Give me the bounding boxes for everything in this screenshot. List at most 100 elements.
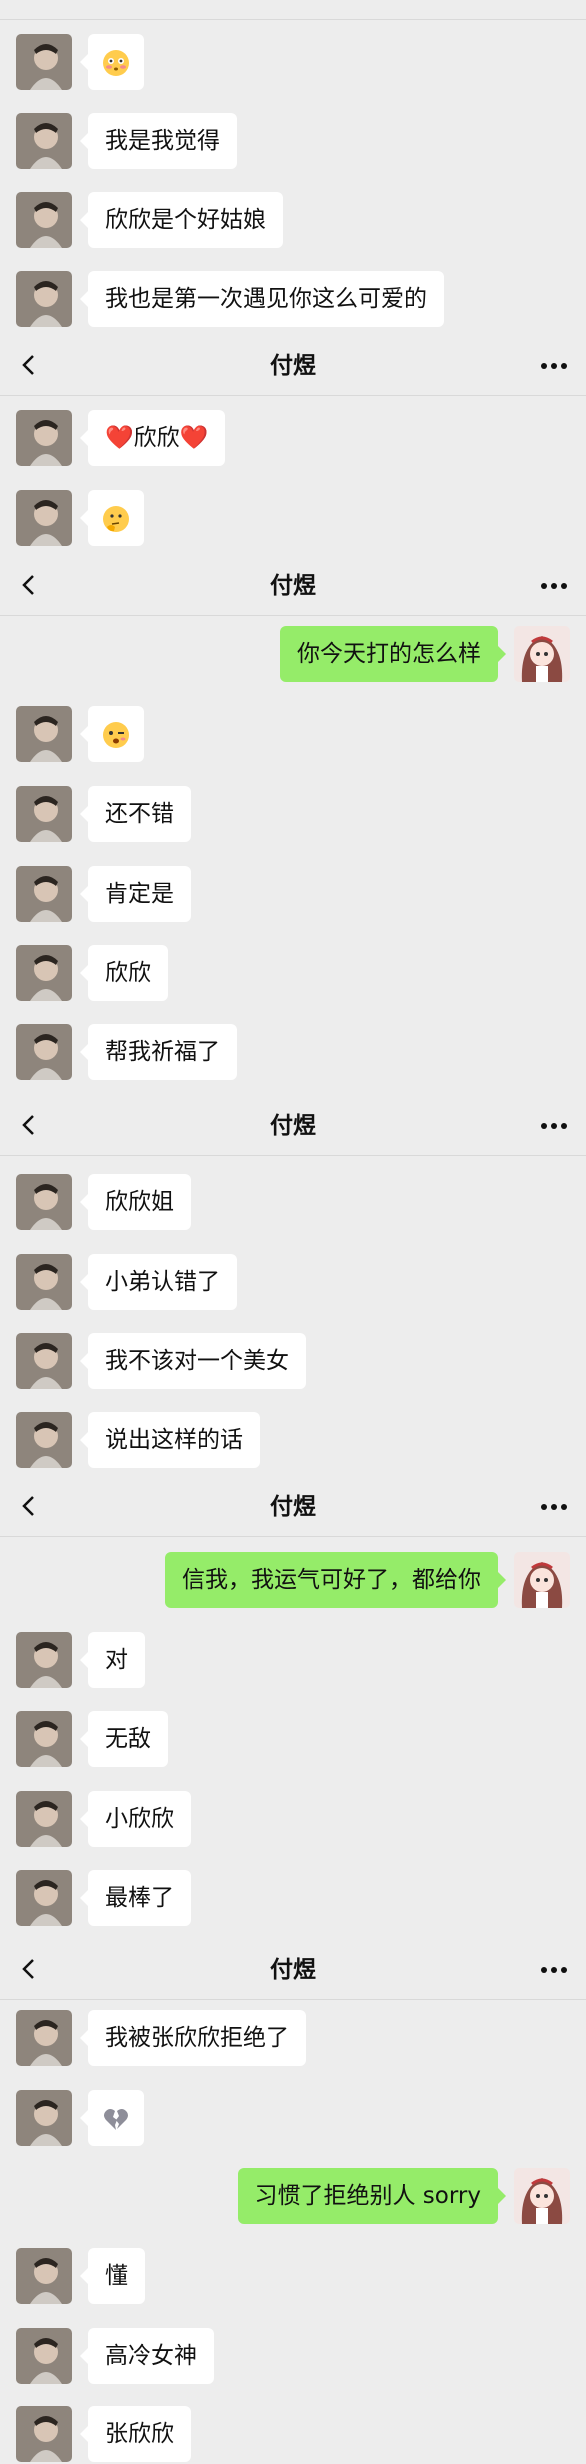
avatar[interactable]	[16, 945, 72, 1001]
winking-face-icon	[103, 721, 129, 748]
avatar[interactable]	[16, 1254, 72, 1310]
thinking-face-icon	[103, 505, 129, 532]
avatar[interactable]	[16, 1870, 72, 1926]
message-bubble[interactable]	[80, 706, 144, 762]
avatar[interactable]	[514, 1552, 570, 1608]
message-row	[0, 2088, 586, 2148]
message-row: 我不该对一个美女	[0, 1331, 586, 1391]
chat-header: 付煜	[0, 1940, 586, 2000]
message-bubble[interactable]: 最棒了	[80, 1870, 191, 1926]
message-row: 小弟认错了	[0, 1252, 586, 1312]
message-bubble[interactable]: 对	[80, 1632, 145, 1688]
avatar[interactable]	[16, 1791, 72, 1847]
message-row: 信我，我运气可好了，都给你	[0, 1550, 586, 1610]
message-bubble[interactable]	[80, 34, 144, 90]
message-bubble[interactable]: 无敌	[80, 1711, 168, 1767]
message-row: 说出这样的话	[0, 1410, 586, 1470]
avatar[interactable]	[16, 113, 72, 169]
chat-title: 付煜	[270, 573, 316, 599]
more-dots-icon[interactable]	[540, 1966, 568, 1974]
avatar[interactable]	[16, 1632, 72, 1688]
message-row: 懂	[0, 2246, 586, 2306]
message-row: 你今天打的怎么样	[0, 624, 586, 684]
message-bubble[interactable]: 我被张欣欣拒绝了	[80, 2010, 306, 2066]
avatar[interactable]	[16, 706, 72, 762]
message-row: 欣欣姐	[0, 1172, 586, 1232]
chat-title: 付煜	[270, 353, 316, 379]
chat-title: 付煜	[270, 1113, 316, 1139]
message-bubble[interactable]: 小弟认错了	[80, 1254, 237, 1310]
avatar[interactable]	[16, 1174, 72, 1230]
avatar[interactable]	[16, 1711, 72, 1767]
message-row	[0, 32, 586, 92]
message-row: 帮我祈福了	[0, 1022, 586, 1082]
message-bubble[interactable]: 张欣欣	[80, 2406, 191, 2462]
avatar[interactable]	[16, 1412, 72, 1468]
message-row: 小欣欣	[0, 1789, 586, 1849]
message-row: 我是我觉得	[0, 111, 586, 171]
message-row: 高冷女神	[0, 2326, 586, 2386]
avatar[interactable]	[16, 192, 72, 248]
message-bubble[interactable]: 欣欣	[80, 945, 168, 1001]
message-row: 欣欣是个好姑娘	[0, 190, 586, 250]
more-dots-icon[interactable]	[540, 1503, 568, 1511]
message-row: 肯定是	[0, 864, 586, 924]
avatar[interactable]	[16, 34, 72, 90]
message-bubble[interactable]: ❤️欣欣❤️	[79, 410, 226, 466]
avatar[interactable]	[16, 2328, 72, 2384]
more-dots-icon[interactable]	[540, 1122, 568, 1130]
avatar[interactable]	[16, 1333, 72, 1389]
message-row: 无敌	[0, 1709, 586, 1769]
message-row: 我也是第一次遇见你这么可爱的	[0, 269, 586, 329]
message-row	[0, 488, 586, 548]
message-bubble[interactable]: 习惯了拒绝别人 sorry	[237, 2168, 506, 2224]
message-bubble[interactable]: 我不该对一个美女	[80, 1333, 306, 1389]
message-bubble[interactable]: 高冷女神	[80, 2328, 214, 2384]
avatar[interactable]	[514, 2168, 570, 2224]
message-bubble[interactable]: 信我，我运气可好了，都给你	[165, 1552, 506, 1608]
message-bubble[interactable]	[80, 2090, 144, 2146]
chat-header: 付煜	[0, 336, 586, 396]
message-bubble[interactable]: 我也是第一次遇见你这么可爱的	[80, 271, 444, 327]
message-bubble[interactable]: 肯定是	[80, 866, 191, 922]
chat-title: 付煜	[0, 0, 586, 20]
message-bubble[interactable]: 小欣欣	[80, 1791, 191, 1847]
message-bubble[interactable]: 我是我觉得	[80, 113, 237, 169]
avatar[interactable]	[16, 490, 72, 546]
chat-title: 付煜	[270, 1494, 316, 1520]
avatar[interactable]	[16, 1024, 72, 1080]
avatar[interactable]	[16, 2248, 72, 2304]
message-bubble[interactable]: 帮我祈福了	[80, 1024, 237, 1080]
more-dots-icon[interactable]	[540, 362, 568, 370]
avatar[interactable]	[16, 2090, 72, 2146]
chat-header: 付煜	[0, 1477, 586, 1537]
message-bubble[interactable]: 还不错	[80, 786, 191, 842]
avatar[interactable]	[16, 2010, 72, 2066]
avatar[interactable]	[16, 786, 72, 842]
message-row: ❤️欣欣❤️	[0, 408, 586, 468]
flushed-face-icon	[103, 49, 129, 76]
avatar[interactable]	[16, 410, 72, 466]
chat-header: 付煜	[0, 1096, 586, 1156]
chat-title: 付煜	[270, 1957, 316, 1983]
message-row: 最棒了	[0, 1868, 586, 1928]
chat-header: 付煜	[0, 556, 586, 616]
avatar[interactable]	[16, 2406, 72, 2462]
message-row: 张欣欣	[0, 2404, 586, 2464]
message-row: 还不错	[0, 784, 586, 844]
broken-heart-icon	[104, 2108, 128, 2130]
message-bubble[interactable]: 欣欣是个好姑娘	[80, 192, 283, 248]
avatar[interactable]	[514, 626, 570, 682]
message-row: 欣欣	[0, 943, 586, 1003]
message-bubble[interactable]: 欣欣姐	[80, 1174, 191, 1230]
more-dots-icon[interactable]	[540, 582, 568, 590]
message-row	[0, 704, 586, 764]
chat-header: 付煜	[0, 0, 586, 20]
message-bubble[interactable]: 说出这样的话	[80, 1412, 260, 1468]
avatar[interactable]	[16, 271, 72, 327]
message-bubble[interactable]: 你今天打的怎么样	[280, 626, 506, 682]
message-row: 我被张欣欣拒绝了	[0, 2008, 586, 2068]
message-bubble[interactable]	[80, 490, 144, 546]
avatar[interactable]	[16, 866, 72, 922]
message-bubble[interactable]: 懂	[80, 2248, 145, 2304]
